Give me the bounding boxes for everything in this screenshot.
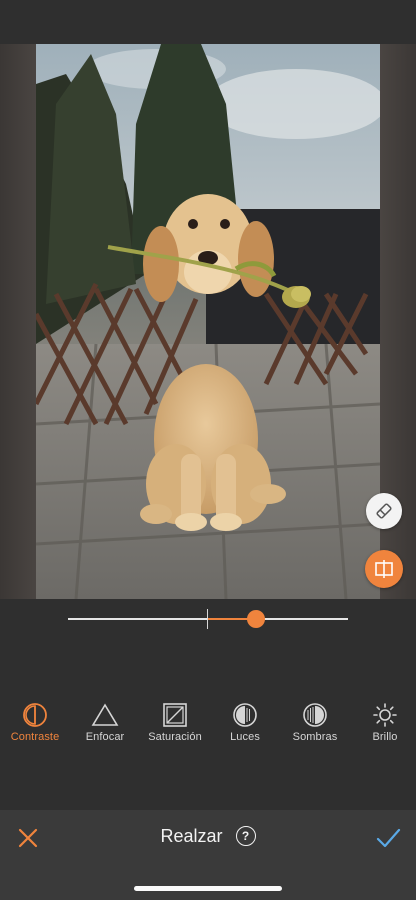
- eraser-button[interactable]: [366, 493, 402, 529]
- tool-label: Enfocar: [85, 731, 125, 743]
- dog-photo-illustration: [36, 44, 380, 599]
- tool-label: Luces: [230, 731, 260, 743]
- editor-canvas: [0, 44, 416, 599]
- adjustment-slider[interactable]: [0, 599, 416, 649]
- photo-preview: [36, 44, 380, 599]
- compare-button[interactable]: [365, 550, 403, 588]
- compare-icon: [375, 560, 393, 578]
- tool-contrast[interactable]: Contraste: [0, 700, 70, 743]
- bottom-action-bar: Realzar ?: [0, 810, 416, 900]
- tool-saturation[interactable]: Saturación: [140, 700, 210, 743]
- help-icon[interactable]: ?: [235, 826, 256, 847]
- tool-highlights[interactable]: Luces: [210, 700, 280, 743]
- screen-title-text: Realzar: [160, 825, 223, 846]
- tool-label: Saturación: [148, 731, 202, 743]
- screen-title: Realzar ?: [0, 825, 416, 847]
- top-status-bar: [0, 0, 416, 44]
- slider-thumb[interactable]: [246, 610, 265, 628]
- confirm-button[interactable]: [375, 826, 401, 850]
- tool-sharpen[interactable]: Enfocar: [70, 700, 140, 743]
- shadows-icon: [303, 703, 327, 727]
- tool-shadows[interactable]: Sombras: [280, 700, 350, 743]
- home-indicator: [134, 886, 282, 891]
- sharpen-triangle-icon: [91, 703, 119, 726]
- eraser-icon: [376, 503, 392, 519]
- tool-bar: Contraste Enfocar Saturación Luces Sombr…: [0, 700, 416, 750]
- contrast-icon: [23, 703, 47, 727]
- highlights-icon: [233, 703, 257, 727]
- slider-center-mark: [207, 609, 208, 629]
- tool-label: Contraste: [10, 731, 60, 743]
- saturation-icon: [163, 703, 187, 727]
- brightness-sun-icon: [373, 703, 397, 727]
- checkmark-icon: [376, 828, 401, 848]
- tool-label: Sombras: [292, 731, 338, 743]
- tool-brightness[interactable]: Brillo: [350, 700, 416, 743]
- tool-label: Brillo: [372, 731, 398, 743]
